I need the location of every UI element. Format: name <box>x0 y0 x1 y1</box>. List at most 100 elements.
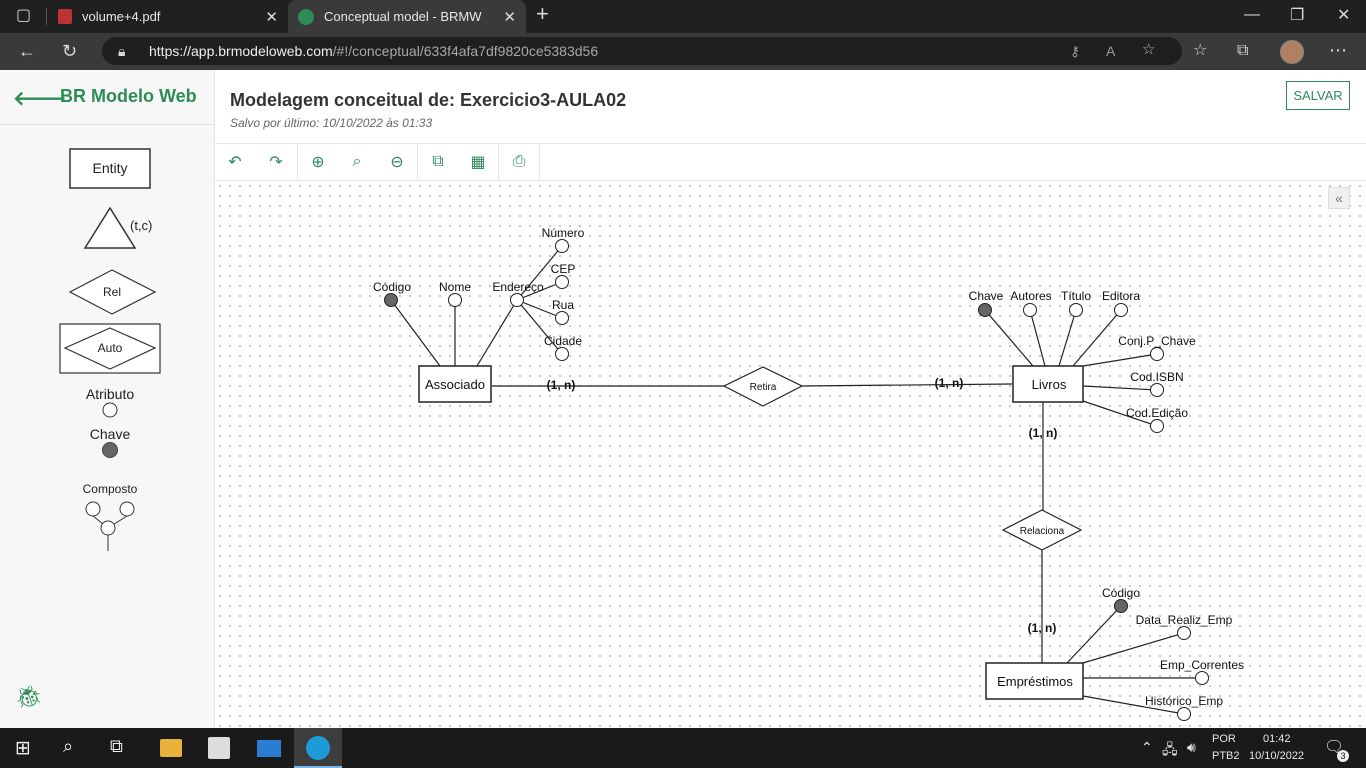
attribute-dot[interactable] <box>510 293 524 307</box>
attribute-dot[interactable] <box>555 239 569 253</box>
language-secondary[interactable]: PTB2 <box>1212 750 1240 762</box>
palette-composite[interactable]: Composto <box>83 482 138 551</box>
table-icon[interactable]: ▦ <box>458 144 498 180</box>
password-key-icon[interactable]: ⚷ <box>1070 41 1080 61</box>
key-attribute-dot[interactable] <box>384 293 398 307</box>
attribute-dot[interactable] <box>1177 626 1191 640</box>
network-icon[interactable]: 🖧︎ <box>1162 739 1178 763</box>
palette-attribute[interactable]: Atributo <box>86 386 134 418</box>
diagram-canvas[interactable]: « Associado Livros Empréstimos Retira Re… <box>215 181 1366 728</box>
file-explorer-icon[interactable] <box>160 739 182 757</box>
tab-pdf[interactable]: volume+4.pdf ✕ <box>46 0 288 33</box>
edge-icon[interactable] <box>306 736 330 760</box>
key-attribute-dot[interactable] <box>978 303 992 317</box>
key-attribute-dot[interactable] <box>1114 599 1128 613</box>
collections-icon[interactable]: ⧉ <box>1237 41 1248 61</box>
attribute-dot[interactable] <box>1069 303 1083 317</box>
tab-actions-icon[interactable]: ▢ <box>16 6 31 26</box>
zoom-in-icon[interactable]: ⊕ <box>298 144 338 180</box>
attribute-label: Emp_Correntes <box>1160 658 1244 672</box>
attribute-dot[interactable] <box>555 275 569 289</box>
palette-specialization[interactable]: (t,c) <box>83 206 152 249</box>
palette-entity[interactable]: Entity <box>69 148 151 189</box>
sidebar: 🡐 BR Modelo Web Entity (t,c) Rel Auto At… <box>0 70 215 728</box>
attribute-label: Título <box>1061 289 1091 303</box>
add-favorite-icon[interactable]: ☆ <box>1142 40 1155 60</box>
entity-associado[interactable]: Associado <box>418 365 492 403</box>
palette-attribute-label: Atributo <box>86 386 134 402</box>
redo-icon[interactable]: ↷ <box>256 144 296 180</box>
attribute-label: Nome <box>439 280 471 294</box>
back-icon[interactable]: ← <box>18 41 36 61</box>
tab-title: volume+4.pdf <box>82 9 161 24</box>
print-icon[interactable]: ⎙ <box>499 144 539 180</box>
relationship-relaciona[interactable]: Relaciona <box>1001 509 1083 551</box>
show-hidden-icons-icon[interactable]: ⌃ <box>1141 739 1153 756</box>
attribute-label: Cidade <box>544 334 582 348</box>
diagram-toolbar: ↶ ↷ ⊕ ⌕ ⊖ ⧉ ▦ ⎙ <box>215 144 1366 181</box>
attribute-label: Cod.Edição <box>1126 406 1188 420</box>
attribute-dot[interactable] <box>1150 347 1164 361</box>
palette-specialization-label: (t,c) <box>130 218 152 233</box>
language-primary[interactable]: POR <box>1212 733 1236 745</box>
attribute-label: Cod.ISBN <box>1130 370 1183 384</box>
palette-auto-relationship[interactable]: Auto <box>59 323 161 374</box>
url-field[interactable]: 🔒︎ https://app.brmodeloweb.com/#!/concep… <box>102 37 1182 65</box>
palette-relationship[interactable]: Rel <box>68 269 157 315</box>
clock-date[interactable]: 10/10/2022 <box>1249 750 1304 762</box>
attribute-dot[interactable] <box>1195 671 1209 685</box>
attribute-label: Endereço <box>492 280 544 294</box>
back-arrow-icon[interactable]: 🡐 <box>13 86 67 111</box>
save-button[interactable]: SALVAR <box>1286 81 1350 110</box>
search-icon[interactable]: ⌕ <box>63 736 73 757</box>
zoom-out-icon[interactable]: ⊖ <box>377 144 417 180</box>
relationship-retira[interactable]: Retira <box>722 366 804 407</box>
favorites-icon[interactable]: ☆ <box>1193 41 1207 61</box>
new-tab-icon[interactable]: + <box>536 3 549 25</box>
bug-report-icon[interactable]: 🐞︎ <box>15 684 43 710</box>
attribute-dot[interactable] <box>1114 303 1128 317</box>
lock-icon[interactable]: 🔒︎ <box>118 41 125 61</box>
browser-tab-bar: ▢ volume+4.pdf ✕ Conceptual model - BRMW… <box>0 0 1366 33</box>
attribute-label: Código <box>1102 586 1140 600</box>
entity-livros[interactable]: Livros <box>1012 365 1084 403</box>
minimize-icon[interactable]: — <box>1244 5 1260 25</box>
attribute-dot[interactable] <box>1150 383 1164 397</box>
relationship-relaciona-label: Relaciona <box>1020 526 1065 537</box>
read-aloud-icon[interactable]: A <box>1106 41 1115 61</box>
task-view-icon[interactable]: ⧉ <box>110 736 123 757</box>
attribute-dot[interactable] <box>1177 707 1191 721</box>
undo-icon[interactable]: ↶ <box>215 144 255 180</box>
cardinality-label: (1, n) <box>547 378 576 392</box>
copy-icon[interactable]: ⧉ <box>418 144 458 180</box>
page-header: Modelagem conceitual de: Exercicio3-AULA… <box>215 70 1366 144</box>
windows-start-icon[interactable]: ⊞ <box>15 737 31 760</box>
refresh-icon[interactable]: ↻ <box>62 41 77 61</box>
restore-icon[interactable]: ❐ <box>1290 6 1304 26</box>
palette-key[interactable]: Chave <box>90 426 131 458</box>
mail-icon[interactable] <box>257 740 281 757</box>
entity-emprestimos[interactable]: Empréstimos <box>985 662 1084 700</box>
attribute-dot[interactable] <box>1150 419 1164 433</box>
zoom-reset-icon[interactable]: ⌕ <box>337 144 377 180</box>
attribute-dot[interactable] <box>555 311 569 325</box>
tab-brmw[interactable]: Conceptual model - BRMW ✕ <box>288 0 526 33</box>
cardinality-label: (1, n) <box>1028 621 1057 635</box>
shape-palette: Entity (t,c) Rel Auto Atributo Chave Com… <box>59 148 161 551</box>
more-menu-icon[interactable]: ⋯ <box>1329 40 1347 60</box>
profile-avatar[interactable] <box>1280 40 1304 64</box>
clock-time[interactable]: 01:42 <box>1263 733 1291 745</box>
volume-icon[interactable]: 🔊︎ <box>1187 739 1196 756</box>
attribute-label: Código <box>373 280 411 294</box>
window-close-icon[interactable]: ✕ <box>1337 6 1350 26</box>
attribute-label: CEP <box>551 262 576 276</box>
palette-relationship-label: Rel <box>103 285 121 299</box>
store-icon[interactable] <box>208 737 230 759</box>
attribute-dot[interactable] <box>555 347 569 361</box>
last-saved-text: Salvo por último: 10/10/2022 às 01:33 <box>230 116 433 130</box>
attribute-dot[interactable] <box>448 293 462 307</box>
attribute-label: Rua <box>552 298 574 312</box>
close-icon[interactable]: ✕ <box>503 8 516 26</box>
close-icon[interactable]: ✕ <box>265 8 278 26</box>
attribute-dot[interactable] <box>1023 303 1037 317</box>
